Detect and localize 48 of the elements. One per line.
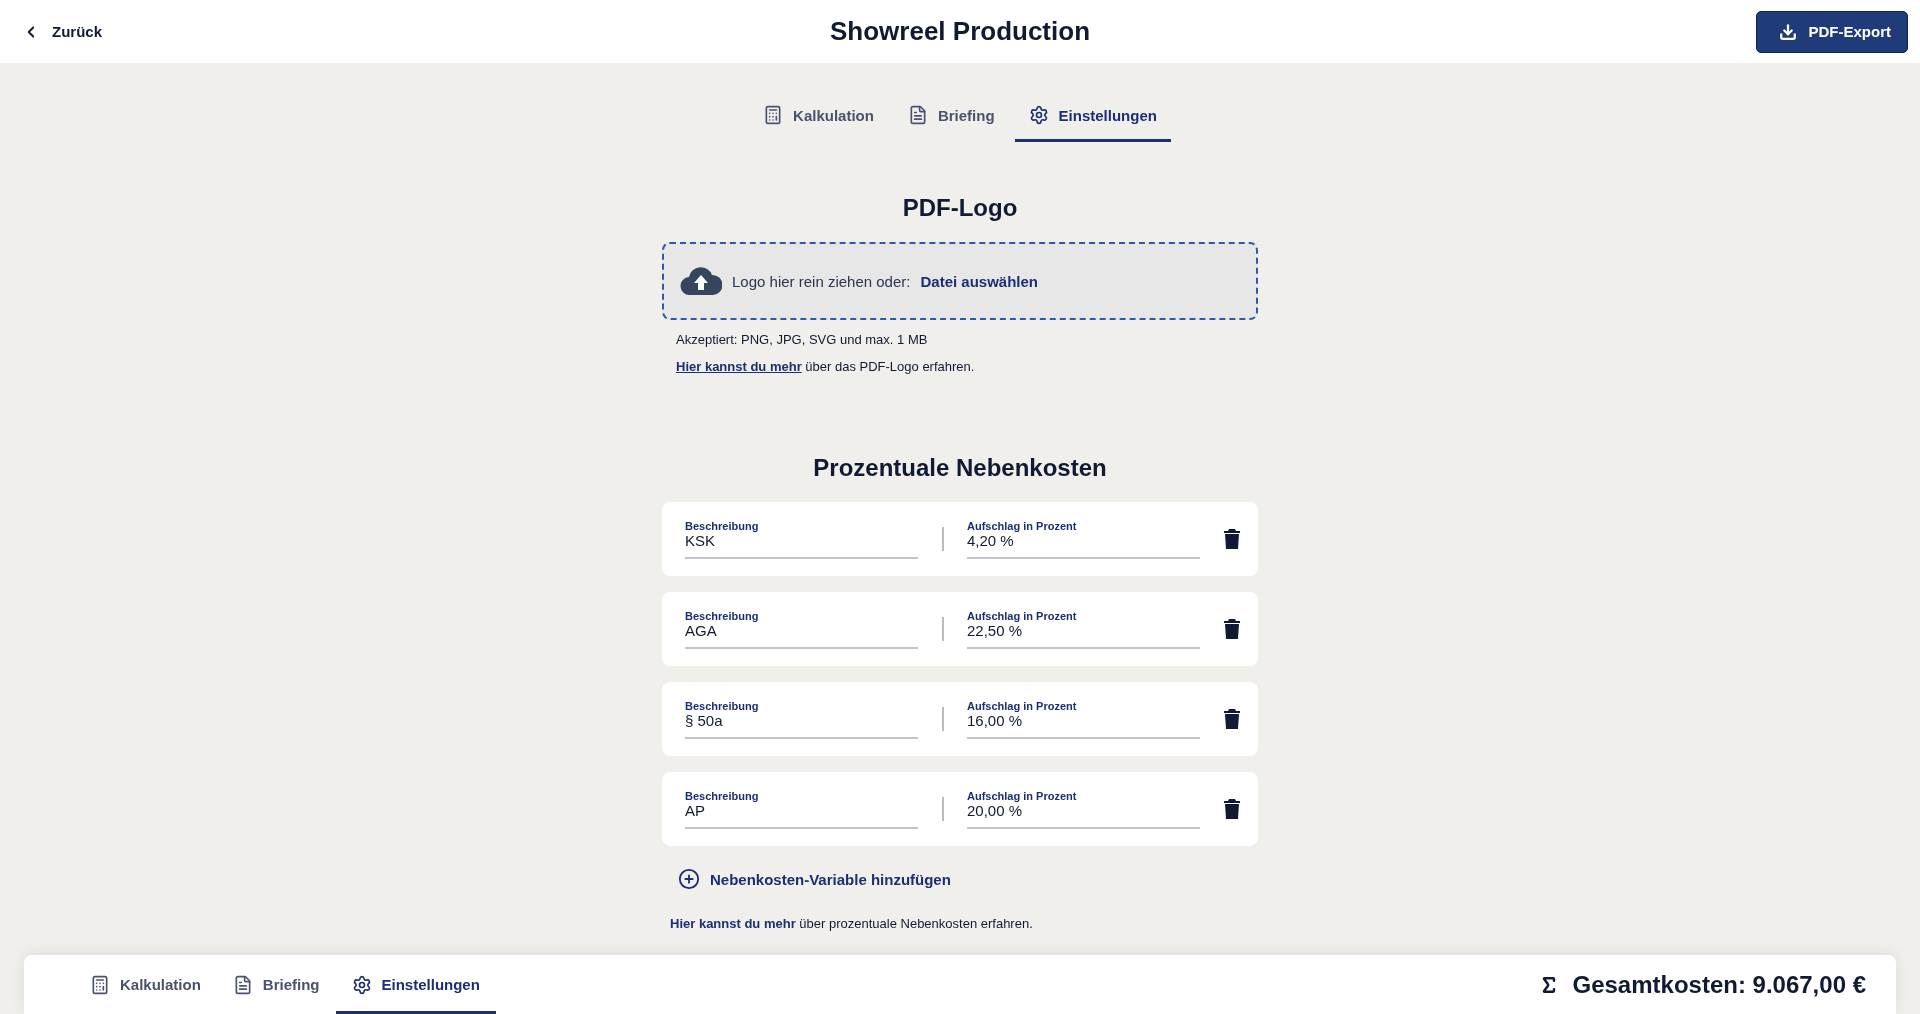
tab[interactable]: Briefing [216,955,336,1014]
field-label: Aufschlag in Prozent [967,609,1078,622]
tab[interactable]: Kalkulation [749,105,888,142]
percent-field[interactable]: 20,00 % [967,801,1200,829]
back-link[interactable]: Zurück [22,22,102,41]
download-icon [1778,22,1797,41]
trash-icon[interactable] [1224,529,1240,549]
help-text: Hier kannst du mehr über prozentuale Nebenkosten erfahren. [670,916,1034,931]
percent-field[interactable]: 16,00 % [967,711,1200,739]
description-field[interactable]: § 50a [685,711,918,739]
percent-field[interactable]: 22,50 % [967,621,1200,649]
field-label: Beschreibung [685,789,760,802]
description-field[interactable]: AGA [685,621,918,649]
choose-file-link[interactable]: Datei auswählen [920,272,1038,290]
settings-icon [351,974,372,995]
tab[interactable]: Einstellungen [1014,105,1171,142]
plus-circle-icon [678,868,700,890]
tab[interactable]: Briefing [893,105,1009,142]
page-title: Showreel Production [830,16,1090,47]
drop-hint: Logo hier rein ziehen oder: [732,272,911,290]
accepted-formats-note: Akzeptiert: PNG, JPG, SVG und max. 1 MB [676,332,929,347]
trash-icon[interactable] [1224,709,1240,729]
tab[interactable]: Kalkulation [74,955,217,1014]
calculator-icon [763,105,784,125]
total-cost: Gesamtkosten: 9.067,00 € [1572,970,1866,999]
field-label: Beschreibung [685,519,760,532]
field-label: Beschreibung [685,609,760,622]
section-title: PDF-Logo [901,194,1019,222]
field-label: Aufschlag in Prozent [967,519,1078,532]
description-field[interactable]: AP [685,801,918,829]
trash-icon[interactable] [1224,799,1240,819]
field-label: Aufschlag in Prozent [967,699,1078,712]
tab[interactable]: Einstellungen [335,955,496,1014]
field-label: Beschreibung [685,699,760,712]
calculator-icon [90,974,110,995]
percent-field[interactable]: 4,20 % [967,531,1200,559]
upload-cloud-icon [680,267,722,295]
settings-icon [1028,105,1049,125]
field-label: Aufschlag in Prozent [967,789,1078,802]
add-variable-button[interactable]: Nebenkosten-Variable hinzufügen [678,868,951,890]
help-link[interactable]: Hier kannst du mehr [676,359,802,374]
logo-drop-zone[interactable]: Logo hier rein ziehen oder: Datei auswählen [662,242,1258,320]
section-title: Prozentuale Nebenkosten [812,454,1108,482]
description-field[interactable]: KSK [685,531,918,559]
pdf-export-button[interactable]: PDF-Export [1755,10,1908,53]
help-link[interactable]: Hier kannst du mehr [670,916,796,931]
trash-icon[interactable] [1224,619,1240,639]
help-text: Hier kannst du mehr über das PDF-Logo erfahren. [676,359,976,374]
